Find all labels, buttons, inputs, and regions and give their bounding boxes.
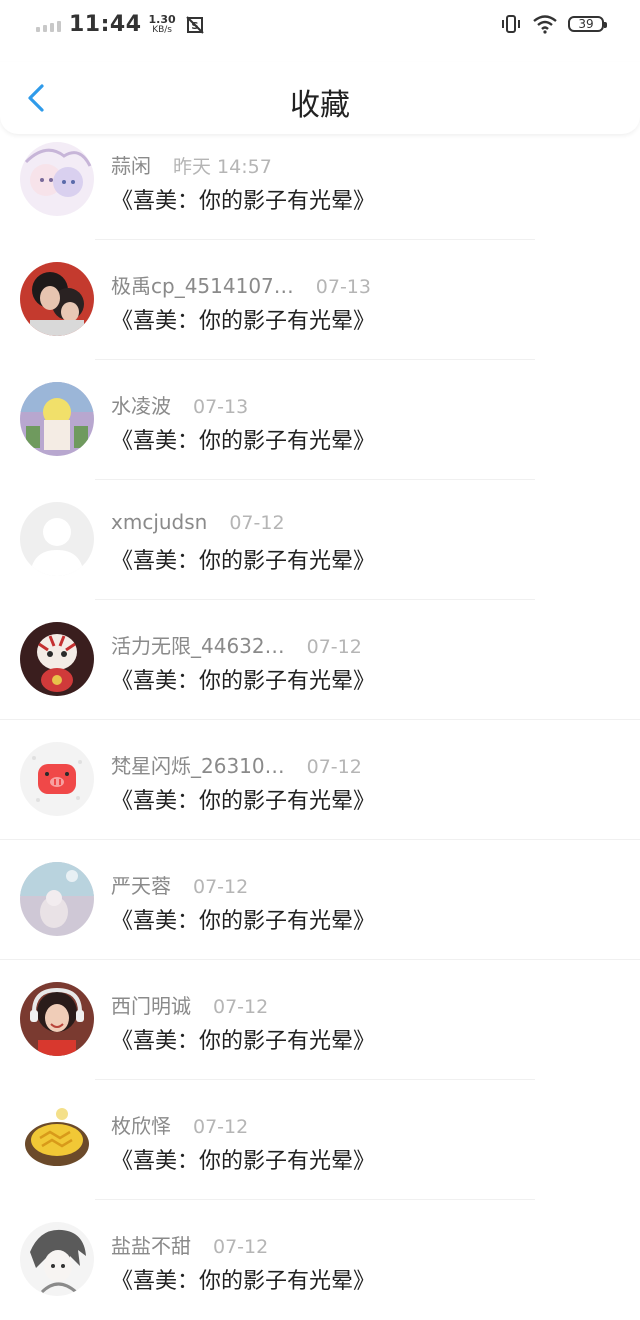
network-speed: 1.30 KB/s	[148, 12, 176, 35]
status-time: 11:44	[69, 12, 142, 37]
signal-icon	[36, 18, 61, 32]
username[interactable]: 枚欣怿	[111, 1110, 171, 1139]
avatar[interactable]	[20, 622, 94, 696]
item-content[interactable]: 《喜美：你的影子有光晕》	[111, 903, 375, 935]
avatar[interactable]	[20, 1102, 94, 1176]
avatar[interactable]	[20, 382, 94, 456]
avatar[interactable]	[20, 262, 94, 336]
item-content[interactable]: 《喜美：你的影子有光晕》	[111, 1143, 375, 1175]
avatar[interactable]	[20, 142, 94, 216]
item-date: 07-12	[306, 636, 362, 658]
item-content[interactable]: 《喜美：你的影子有光晕》	[111, 183, 375, 215]
item-date: 07-12	[193, 876, 249, 898]
list-item[interactable]: 水凌波 07-13 《喜美：你的影子有光晕》	[0, 360, 640, 480]
item-date: 昨天 14:57	[173, 156, 272, 178]
avatar[interactable]	[20, 982, 94, 1056]
item-date: 07-12	[229, 512, 285, 534]
avatar[interactable]	[20, 502, 94, 576]
username[interactable]: 盐盐不甜	[111, 1230, 191, 1259]
item-date: 07-12	[213, 1236, 269, 1258]
username[interactable]: 梵星闪烁_26310…	[111, 750, 285, 779]
item-content[interactable]: 《喜美：你的影子有光晕》	[111, 783, 375, 815]
list-item[interactable]: 极禹cp_4514107… 07-13 《喜美：你的影子有光晕》	[0, 240, 640, 360]
list-item[interactable]: 盐盐不甜 07-12 《喜美：你的影子有光晕》	[0, 1200, 640, 1320]
nav-header: 收藏	[0, 62, 640, 134]
favorites-list: 蒜闲 昨天 14:57 《喜美：你的影子有光晕》 极禹cp_4514107… 0…	[0, 120, 640, 1320]
avatar[interactable]	[20, 862, 94, 936]
no-sim-icon: S	[185, 15, 204, 34]
vibrate-icon	[502, 15, 520, 33]
avatar[interactable]	[20, 1222, 94, 1296]
item-date: 07-13	[315, 276, 371, 298]
list-item[interactable]: 蒜闲 昨天 14:57 《喜美：你的影子有光晕》	[0, 120, 640, 240]
battery-icon: 39	[568, 16, 607, 32]
item-content[interactable]: 《喜美：你的影子有光晕》	[111, 663, 375, 695]
item-content[interactable]: 《喜美：你的影子有光晕》	[111, 423, 375, 455]
username[interactable]: 活力无限_44632…	[111, 630, 285, 659]
username[interactable]: 西门明诚	[111, 990, 191, 1019]
page-title: 收藏	[290, 88, 350, 123]
battery-level: 39	[578, 17, 594, 31]
list-item[interactable]: 西门明诚 07-12 《喜美：你的影子有光晕》	[0, 960, 640, 1080]
username[interactable]: 严天蓉	[111, 870, 171, 899]
username[interactable]: 蒜闲	[111, 150, 151, 179]
item-date: 07-12	[306, 756, 362, 778]
item-date: 07-12	[213, 996, 269, 1018]
wifi-icon	[533, 15, 557, 34]
list-item[interactable]: xmcjudsn 07-12 《喜美：你的影子有光晕》	[0, 480, 640, 600]
username[interactable]: xmcjudsn	[111, 510, 207, 534]
item-content[interactable]: 《喜美：你的影子有光晕》	[111, 543, 375, 575]
item-date: 07-13	[193, 396, 249, 418]
list-item[interactable]: 活力无限_44632… 07-12 《喜美：你的影子有光晕》	[0, 600, 640, 720]
list-item[interactable]: 枚欣怿 07-12 《喜美：你的影子有光晕》	[0, 1080, 640, 1200]
item-date: 07-12	[193, 1116, 249, 1138]
list-item[interactable]: 梵星闪烁_26310… 07-12 《喜美：你的影子有光晕》	[0, 720, 640, 840]
list-item[interactable]: 严天蓉 07-12 《喜美：你的影子有光晕》	[0, 840, 640, 960]
item-content[interactable]: 《喜美：你的影子有光晕》	[111, 303, 375, 335]
username[interactable]: 水凌波	[111, 390, 171, 419]
status-bar: 11:44 1.30 KB/s S 39	[0, 0, 640, 52]
item-content[interactable]: 《喜美：你的影子有光晕》	[111, 1023, 375, 1055]
item-content[interactable]: 《喜美：你的影子有光晕》	[111, 1263, 375, 1295]
avatar[interactable]	[20, 742, 94, 816]
username[interactable]: 极禹cp_4514107…	[111, 270, 294, 299]
